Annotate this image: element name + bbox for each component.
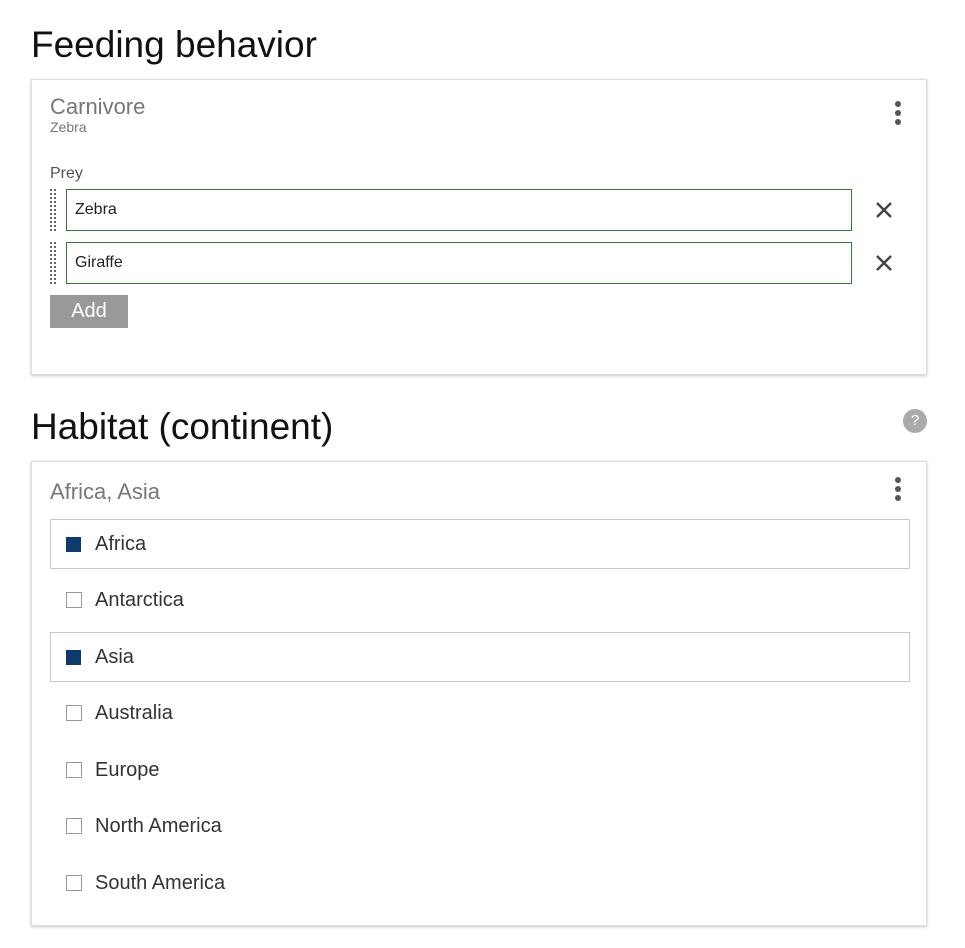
card-title: Africa, Asia — [50, 479, 161, 504]
option-asia[interactable]: Asia — [50, 632, 910, 682]
close-icon[interactable] — [874, 200, 894, 220]
checkbox-checked-icon[interactable] — [66, 650, 81, 665]
help-icon[interactable]: ? — [903, 409, 927, 433]
habitat-card: Africa, Asia Africa Antarctica Asia Aust… — [31, 461, 927, 926]
checkbox-checked-icon[interactable] — [66, 537, 81, 552]
option-australia[interactable]: Australia — [50, 688, 910, 738]
option-label: Europe — [95, 759, 160, 781]
option-label: Australia — [95, 702, 173, 724]
option-label: Africa — [95, 533, 147, 555]
prey-label: Prey — [50, 165, 83, 182]
close-icon[interactable] — [874, 253, 894, 273]
prey-row — [50, 242, 910, 284]
kebab-menu-icon[interactable] — [892, 101, 904, 129]
option-label: South America — [95, 872, 226, 894]
feeding-section-title: Feeding behavior — [31, 24, 317, 65]
option-europe[interactable]: Europe — [50, 745, 910, 795]
prey-input[interactable] — [66, 189, 852, 231]
drag-handle-icon[interactable] — [50, 189, 58, 235]
page: Feeding behavior Carnivore Zebra Prey Ze… — [0, 0, 965, 948]
checkbox-unchecked-icon[interactable] — [66, 592, 82, 608]
option-south-america[interactable]: South America — [50, 858, 910, 908]
checkbox-unchecked-icon[interactable] — [66, 875, 82, 891]
option-label: Antarctica — [95, 589, 184, 611]
card-subtitle: Zebra — [50, 119, 87, 135]
option-label: Asia — [95, 646, 134, 668]
checkbox-unchecked-icon[interactable] — [66, 705, 82, 721]
prey-row — [50, 189, 910, 231]
checkbox-unchecked-icon[interactable] — [66, 762, 82, 778]
option-label: North America — [95, 815, 222, 837]
checkbox-unchecked-icon[interactable] — [66, 818, 82, 834]
option-africa[interactable]: Africa — [50, 519, 910, 569]
drag-handle-icon[interactable] — [50, 242, 58, 288]
option-north-america[interactable]: North America — [50, 801, 910, 851]
habitat-section-title: Habitat (continent) — [31, 406, 334, 447]
card-title: Carnivore — [50, 94, 146, 119]
option-antarctica[interactable]: Antarctica — [50, 575, 910, 625]
feeding-card: Carnivore Zebra Prey Zebra Giraffe Add — [31, 79, 927, 375]
prey-input[interactable] — [66, 242, 852, 284]
add-prey-button[interactable]: Add — [50, 295, 128, 328]
kebab-menu-icon[interactable] — [892, 477, 904, 505]
